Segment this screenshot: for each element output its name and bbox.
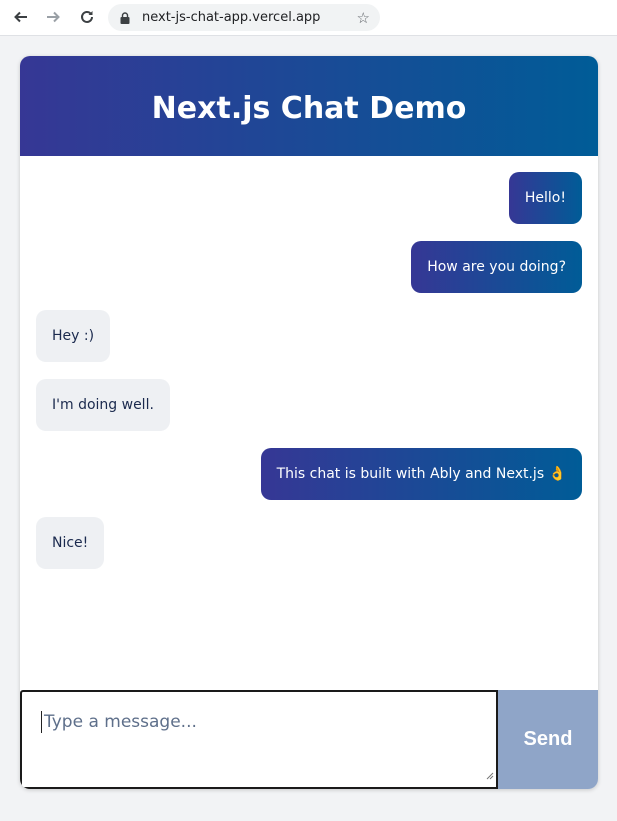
lock-icon bbox=[120, 11, 130, 29]
forward-arrow-icon[interactable] bbox=[42, 6, 64, 28]
back-arrow-icon[interactable] bbox=[10, 6, 32, 28]
message-list: Hello! How are you doing? Hey :) I'm doi… bbox=[20, 156, 598, 690]
message-input-placeholder: Type a message... bbox=[44, 712, 197, 732]
star-icon[interactable]: ☆ bbox=[357, 9, 370, 27]
message-bubble-sent: Hello! bbox=[508, 172, 582, 224]
send-button[interactable]: Send bbox=[498, 690, 598, 789]
message-composer: Type a message... Send bbox=[20, 690, 598, 789]
message-bubble-received: I'm doing well. bbox=[36, 379, 170, 431]
chat-header: Next.js Chat Demo bbox=[20, 56, 598, 156]
text-caret bbox=[41, 711, 42, 733]
message-bubble-sent: How are you doing? bbox=[411, 241, 582, 293]
chat-card: Next.js Chat Demo Hello! How are you doi… bbox=[20, 56, 598, 789]
browser-toolbar: next-js-chat-app.vercel.app ☆ bbox=[0, 0, 617, 36]
message-input[interactable]: Type a message... bbox=[20, 690, 498, 789]
url-text: next-js-chat-app.vercel.app bbox=[142, 10, 321, 25]
message-bubble-sent: This chat is built with Ably and Next.js… bbox=[260, 448, 582, 500]
resize-handle-icon[interactable] bbox=[486, 767, 494, 785]
message-bubble-received: Nice! bbox=[36, 517, 105, 569]
reload-icon[interactable] bbox=[76, 6, 98, 28]
message-bubble-received: Hey :) bbox=[36, 310, 111, 362]
page-title: Next.js Chat Demo bbox=[151, 90, 467, 126]
address-bar[interactable]: next-js-chat-app.vercel.app ☆ bbox=[108, 4, 380, 31]
